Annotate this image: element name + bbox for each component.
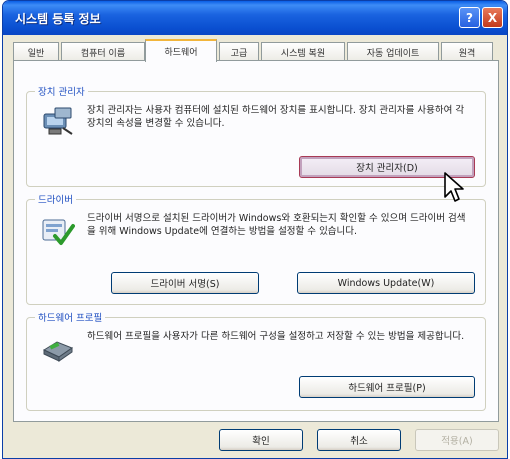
- tab-system-restore[interactable]: 시스템 복원: [261, 42, 345, 61]
- device-manager-icon: [43, 107, 73, 135]
- apply-button: 적용(A): [415, 429, 499, 451]
- device-manager-group: 장치 관리자 장치 관리자는 사용자 컴퓨터에 설치된 하드웨어 장치를 표시합…: [26, 84, 486, 187]
- windows-update-button[interactable]: Windows Update(W): [297, 272, 475, 294]
- hardware-profiles-description: 하드웨어 프로필을 사용자가 다른 하드웨어 구성을 설정하고 저장할 수 있는…: [87, 331, 465, 342]
- tab-remote[interactable]: 원격: [441, 42, 493, 61]
- hardware-tab-panel: 장치 관리자 장치 관리자는 사용자 컴퓨터에 설치된 하드웨어 장치를 표시합…: [13, 60, 499, 422]
- system-properties-window: 시스템 등록 정보 ? X 일반 컴퓨터 이름 하드웨어 고급 시스템 복원 자…: [2, 0, 508, 459]
- drivers-group: 드라이버 드라이버 서명으로 설치된 드라이버가 Windows와 호환되는지 …: [26, 192, 486, 305]
- mouse-pointer-icon: [444, 172, 464, 202]
- hardware-profiles-title: 하드웨어 프로필: [35, 310, 106, 324]
- hardware-profiles-group: 하드웨어 프로필 하드웨어 프로필을 사용자가 다른 하드웨어 구성을 설정하고…: [26, 310, 486, 411]
- close-button[interactable]: X: [482, 7, 503, 28]
- cancel-button[interactable]: 취소: [317, 429, 401, 451]
- help-button[interactable]: ?: [459, 7, 480, 28]
- help-icon: ?: [466, 10, 473, 25]
- drivers-description: 드라이버 서명으로 설치된 드라이버가 Windows와 호환되는지 확인할 수…: [87, 213, 466, 237]
- tab-computer-name[interactable]: 컴퓨터 이름: [61, 42, 145, 61]
- device-manager-title: 장치 관리자: [35, 84, 88, 98]
- driver-signing-button[interactable]: 드라이버 서명(S): [111, 272, 259, 294]
- tab-hardware[interactable]: 하드웨어: [145, 39, 217, 62]
- window-title: 시스템 등록 정보: [15, 12, 101, 26]
- hardware-profiles-button[interactable]: 하드웨어 프로필(P): [299, 376, 475, 398]
- device-manager-description: 장치 관리자는 사용자 컴퓨터에 설치된 하드웨어 장치를 표시합니다. 장치 …: [87, 105, 465, 129]
- hardware-profile-icon: [42, 341, 74, 362]
- close-icon: X: [487, 10, 498, 25]
- title-bar[interactable]: 시스템 등록 정보 ? X: [3, 1, 507, 35]
- ok-button[interactable]: 확인: [219, 429, 303, 451]
- drivers-title: 드라이버: [35, 192, 76, 206]
- tab-advanced[interactable]: 고급: [219, 42, 259, 61]
- tab-general[interactable]: 일반: [13, 42, 59, 61]
- tab-automatic-updates[interactable]: 자동 업데이트: [347, 42, 439, 61]
- tab-strip: 일반 컴퓨터 이름 하드웨어 고급 시스템 복원 자동 업데이트 원격: [13, 39, 499, 62]
- driver-checkmark-icon: [42, 219, 75, 245]
